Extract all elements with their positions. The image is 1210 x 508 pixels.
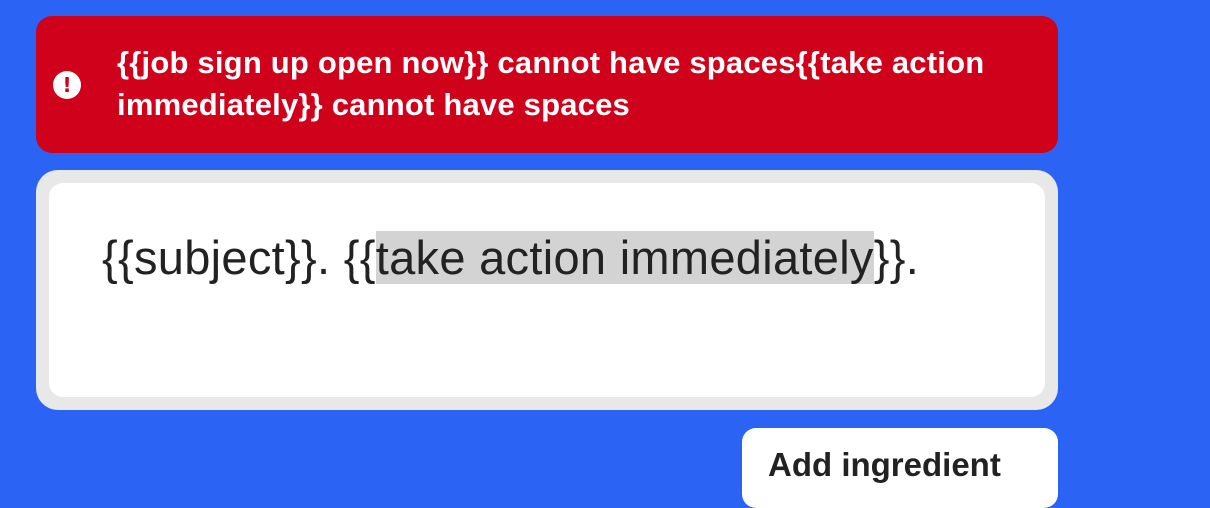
ingredient-text-editor[interactable]: {{subject}}. {{take action immediately}}… xyxy=(36,170,1058,410)
editor-text-area[interactable]: {{subject}}. {{take action immediately}}… xyxy=(49,183,1045,397)
alert-circle-icon: ! xyxy=(53,71,81,99)
editor-text-before: {{subject}}. {{ xyxy=(102,231,376,284)
error-message: {{job sign up open now}} cannot have spa… xyxy=(117,45,985,122)
editor-text-after: }}. xyxy=(873,231,920,284)
selected-text[interactable]: take action immediately xyxy=(375,231,874,284)
editor-content[interactable]: {{subject}}. {{take action immediately}}… xyxy=(102,221,1002,295)
add-ingredient-button[interactable]: Add ingredient xyxy=(742,428,1058,508)
